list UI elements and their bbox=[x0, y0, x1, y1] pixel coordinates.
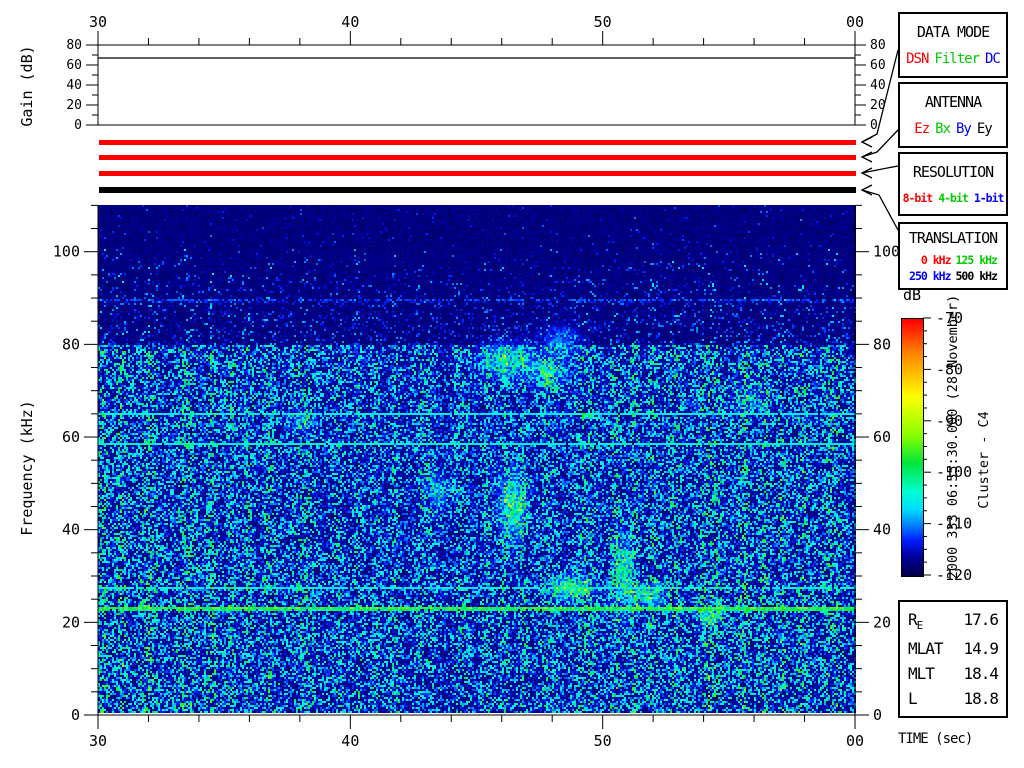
svg-text:40: 40 bbox=[873, 521, 891, 539]
svg-text:50: 50 bbox=[594, 13, 612, 31]
legend-option: 125 kHz bbox=[955, 252, 998, 267]
svg-text:80: 80 bbox=[873, 335, 891, 353]
svg-text:0: 0 bbox=[74, 118, 82, 133]
svg-text:20: 20 bbox=[62, 613, 80, 631]
data-mode-title: DATA MODE bbox=[916, 23, 990, 42]
svg-text:100: 100 bbox=[53, 243, 80, 261]
translation-options: 0 kHz 125 kHz 250 kHz 500 kHz bbox=[909, 252, 998, 283]
ephemeris-table: RE 17.6 MLAT 14.9 MLT 18.4 L 18.8 bbox=[898, 600, 1008, 718]
spacecraft-label: Cluster - C4 bbox=[976, 411, 992, 509]
svg-text:40: 40 bbox=[341, 13, 359, 31]
svg-text:20: 20 bbox=[66, 98, 82, 113]
translation-status-bar bbox=[99, 187, 856, 193]
svg-text:30: 30 bbox=[89, 13, 107, 31]
legend-option: Filter bbox=[934, 50, 980, 67]
svg-text:80: 80 bbox=[62, 335, 80, 353]
legend-option: By bbox=[956, 120, 972, 137]
svg-text:100: 100 bbox=[873, 243, 900, 261]
legend-option: 4-bit bbox=[938, 190, 969, 205]
gain-axis-title: Gain (dB) bbox=[18, 45, 36, 127]
svg-text:30: 30 bbox=[89, 732, 107, 750]
spectrogram-canvas bbox=[98, 205, 856, 713]
ephemeris-row: L 18.8 bbox=[908, 688, 999, 708]
svg-text:40: 40 bbox=[66, 78, 82, 93]
legend-option: 8-bit bbox=[902, 190, 934, 205]
legend-option: Bx bbox=[935, 120, 951, 137]
svg-text:80: 80 bbox=[870, 38, 886, 53]
legend-option: DC bbox=[985, 50, 1001, 67]
translation-legend-box: TRANSLATION 0 kHz 125 kHz 250 kHz 500 kHz bbox=[898, 222, 1008, 290]
resolution-title: RESOLUTION bbox=[912, 163, 994, 182]
svg-text:20: 20 bbox=[873, 613, 891, 631]
resolution-options: 8-bit 4-bit 1-bit bbox=[902, 190, 1005, 205]
svg-text:60: 60 bbox=[870, 58, 886, 73]
time-axis-title: TIME (sec) bbox=[898, 731, 973, 747]
svg-text:60: 60 bbox=[62, 428, 80, 446]
svg-text:00: 00 bbox=[846, 732, 864, 750]
colorbar-title: dB bbox=[902, 286, 922, 304]
svg-text:40: 40 bbox=[870, 78, 886, 93]
resolution-status-bar bbox=[99, 171, 856, 176]
svg-text:20: 20 bbox=[870, 98, 886, 113]
colorbar-canvas bbox=[902, 319, 923, 576]
frequency-axis-title: Frequency (kHz) bbox=[18, 400, 36, 536]
legend-option: Ez bbox=[914, 120, 930, 137]
spectrogram-page: Gain (dB) Frequency (kHz) 30 40 50 00 0 0 20 20… bbox=[0, 0, 1024, 768]
antenna-title: ANTENNA bbox=[924, 93, 982, 112]
legend-option: 250 kHz bbox=[909, 268, 951, 283]
data-mode-status-bar bbox=[99, 140, 856, 145]
data-mode-options: DSN Filter DC bbox=[906, 50, 1001, 67]
svg-text:0: 0 bbox=[71, 706, 80, 724]
svg-text:60: 60 bbox=[873, 428, 891, 446]
timestamp-label: 2000 333 06:55:30.000 (28 November) bbox=[945, 294, 961, 580]
translation-title: TRANSLATION bbox=[908, 229, 998, 248]
ephemeris-row: MLT 18.4 bbox=[908, 663, 999, 683]
svg-text:0: 0 bbox=[870, 118, 878, 133]
svg-text:40: 40 bbox=[62, 521, 80, 539]
legend-option: 1-bit bbox=[973, 190, 1005, 205]
ephemeris-row: RE 17.6 bbox=[908, 610, 999, 633]
antenna-status-bar bbox=[99, 155, 856, 160]
legend-option: 500 kHz bbox=[955, 268, 998, 283]
svg-text:0: 0 bbox=[873, 706, 882, 724]
ephemeris-row: MLAT 14.9 bbox=[908, 638, 999, 658]
legend-option: 0 kHz bbox=[920, 252, 952, 267]
antenna-legend-box: ANTENNA Ez Bx By Ey bbox=[898, 82, 1008, 148]
antenna-options: Ez Bx By Ey bbox=[914, 120, 993, 137]
resolution-legend-box: RESOLUTION 8-bit 4-bit 1-bit bbox=[898, 152, 1008, 216]
legend-option: Ey bbox=[976, 120, 993, 137]
svg-text:50: 50 bbox=[594, 732, 612, 750]
data-mode-legend-box: DATA MODE DSN Filter DC bbox=[898, 12, 1008, 78]
colorbar bbox=[901, 318, 924, 577]
svg-text:80: 80 bbox=[66, 38, 82, 53]
svg-text:00: 00 bbox=[846, 13, 864, 31]
svg-text:60: 60 bbox=[66, 58, 82, 73]
legend-option: DSN bbox=[906, 50, 929, 67]
svg-text:40: 40 bbox=[341, 732, 359, 750]
